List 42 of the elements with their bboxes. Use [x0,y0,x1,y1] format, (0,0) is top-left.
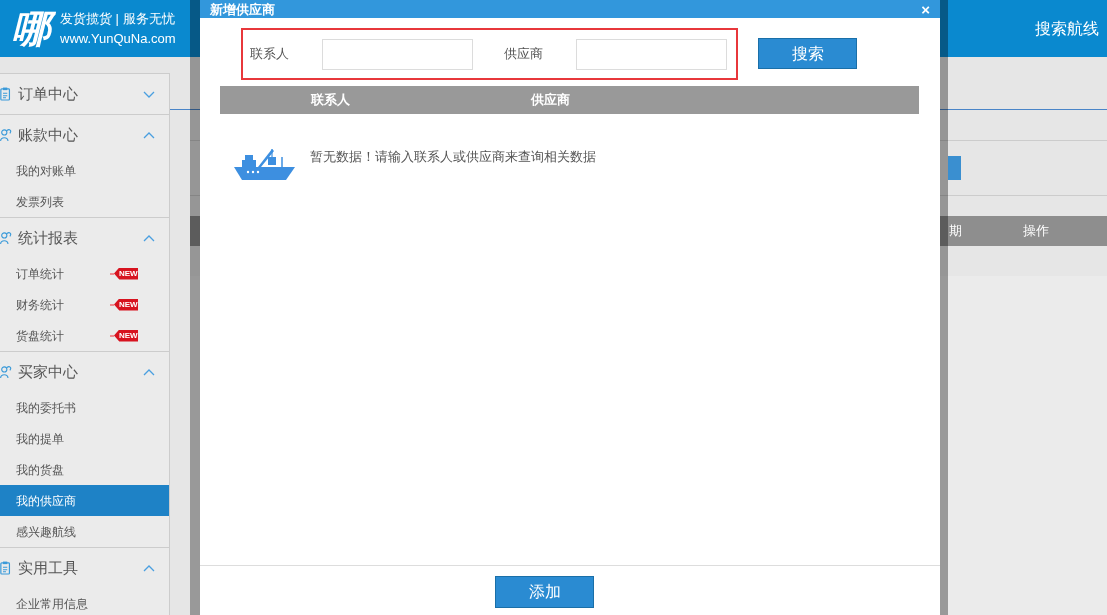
field-label: 供应商 [504,45,544,64]
input-field[interactable] [322,38,473,70]
dialog-title: 新增供应商 [210,2,275,16]
sidebar-item[interactable]: 发票列表 [0,186,169,217]
sidebar-group-label[interactable]: 实用工具 [18,556,78,580]
sidebar-item[interactable]: 财务统计 NEW [0,289,169,320]
people-icon [0,230,12,246]
slogan: 发货揽货 | 服务无忧 [60,10,176,27]
sidebar-item[interactable]: 我的提单 [0,423,169,454]
sidebar-item[interactable]: 我的货盘 [0,454,169,485]
people-icon [0,127,12,143]
website-address: www.YunQuNa.com [60,30,176,47]
search-button[interactable]: 搜索 [758,38,857,69]
people-icon [0,364,12,380]
chevron-up-icon[interactable] [143,234,155,242]
column-header: 联系人 [311,91,351,110]
sidebar-item[interactable]: 我的供应商 [0,485,169,516]
column-header: 期 [949,222,962,241]
sidebar-item[interactable]: 企业常用信息 [0,588,169,615]
sidebar-item[interactable]: 订单统计 NEW [0,258,169,289]
sidebar-group-label[interactable]: 买家中心 [18,360,78,384]
sidebar-group-label[interactable]: 订单中心 [18,82,78,106]
sidebar-item[interactable]: 我的委托书 [0,392,169,423]
sidebar-item[interactable]: 货盘统计 NEW [0,320,169,351]
input-field[interactable] [576,38,727,70]
empty-message: 暂无数据！请输入联系人或供应商来查询相关数据 [310,148,596,166]
column-header: 供应商 [531,91,570,110]
logo[interactable]: 哪 [10,4,58,53]
sidebar-item[interactable]: 感兴趣航线 [0,516,169,547]
chevron-down-icon[interactable] [143,90,155,98]
add-button[interactable]: 添加 [495,576,594,608]
sidebar-group-label[interactable]: 账款中心 [18,123,78,147]
chevron-up-icon[interactable] [143,564,155,572]
sidebar-item[interactable]: 我的对账单 [0,155,169,186]
nav-link[interactable]: 搜索航线 [1035,16,1099,41]
chevron-up-icon[interactable] [143,131,155,139]
column-header: 操作 [1023,222,1049,241]
sidebar-group-label[interactable]: 统计报表 [18,226,78,250]
clipboard-icon [0,86,12,102]
clipboard-icon [0,560,12,576]
chevron-up-icon[interactable] [143,368,155,376]
field-label: 联系人 [250,45,290,64]
